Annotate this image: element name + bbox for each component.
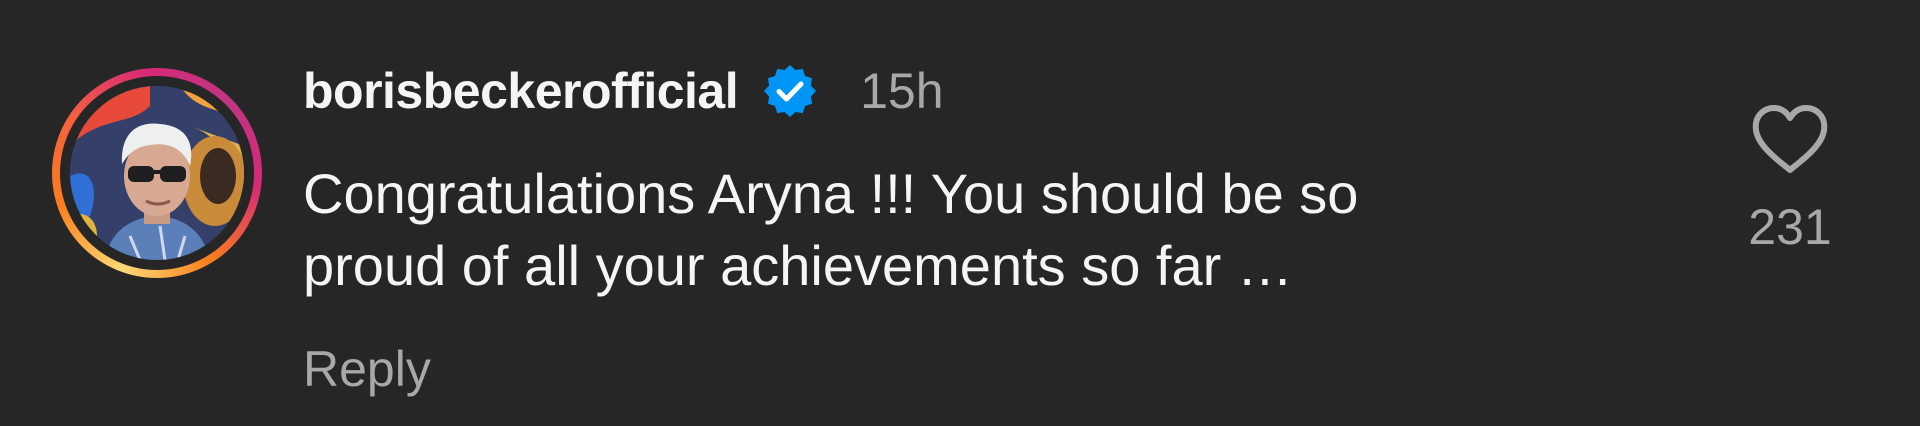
reply-button[interactable]: Reply [303,340,431,398]
like-button[interactable] [1750,104,1830,176]
heart-outline-icon [1752,105,1828,173]
verified-badge-icon [762,63,818,119]
like-area: 231 [1730,104,1850,256]
avatar-photo [70,86,244,260]
timestamp: 15h [860,63,944,119]
comment-header: borisbeckerofficial 15h [303,56,944,126]
comment-row: borisbeckerofficial 15h Congratulations … [0,0,1920,426]
avatar [70,86,244,260]
username-link[interactable]: borisbeckerofficial [303,62,739,120]
like-count: 231 [1748,199,1832,255]
comment-text: Congratulations Aryna !!! You should be … [303,158,1583,302]
avatar-story-ring[interactable] [52,68,262,278]
comment-text-line: Congratulations Aryna !!! You should be … [303,162,1359,225]
comment-text-line: proud of all your achievements so far … [303,234,1293,297]
